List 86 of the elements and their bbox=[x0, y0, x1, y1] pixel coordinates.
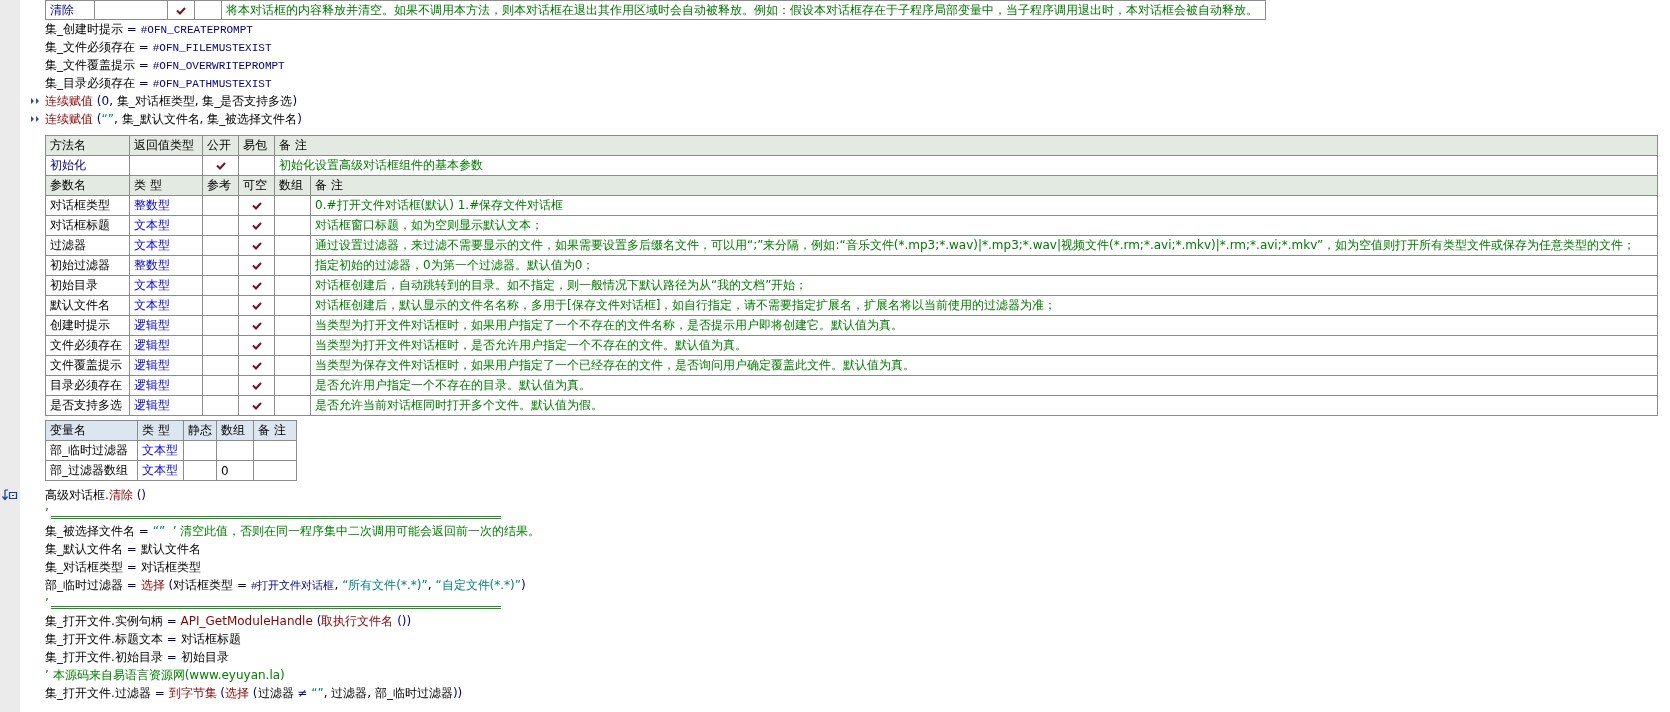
table-cell: 文本型 bbox=[129, 295, 203, 316]
check-icon bbox=[251, 342, 262, 350]
table-cell: 是否支持多选 bbox=[45, 395, 130, 416]
table-cell: 0.#打开文件对话框(默认) 1.#保存文件对话框 bbox=[310, 195, 1658, 216]
code-line: 集_文件必须存在 = #OFN_FILEMUSTEXIST bbox=[45, 38, 272, 56]
code-line: 集_被选择文件名 = “” ’ 清空此值，否则在同一程序集中二次调用可能会返回前一次的结果。 bbox=[45, 523, 541, 540]
table-cell: 逻辑型 bbox=[129, 355, 203, 376]
table-cell: 是否允许当前对话框同时打开多个文件。默认值为假。 bbox=[310, 395, 1658, 416]
check-icon bbox=[251, 302, 262, 310]
code-line: 集_打开文件.实例句柄 = API_GetModuleHandle (取执行文件名 ()) bbox=[45, 613, 412, 630]
code-line: 集_打开文件.标题文本 = 对话框标题 bbox=[45, 631, 241, 648]
table-cell: 对话框标题 bbox=[45, 215, 130, 236]
table-cell: 逻辑型 bbox=[129, 315, 203, 336]
code-line: 集_打开文件.初始目录 = 初始目录 bbox=[45, 649, 229, 666]
table-cell: 初始化 bbox=[45, 155, 130, 176]
code-line: ’ 本源码来自易语言资源网(www.eyuyan.la) bbox=[45, 667, 285, 684]
table-cell: 文本型 bbox=[129, 215, 203, 236]
column-header: 参数名 bbox=[45, 175, 130, 196]
code-line: 高级对话框.清除 () bbox=[45, 487, 146, 504]
table-cell: 初始化设置高级对话框组件的基本参数 bbox=[274, 155, 1658, 176]
table-cell: 整数型 bbox=[129, 195, 203, 216]
table-cell: 对话框创建后，自动跳转到的目录。如不指定，则一般情况下默认路径为从“我的文档”开始； bbox=[310, 275, 1658, 296]
column-header: 方法名 bbox=[45, 135, 130, 156]
table-cell: 初始目录 bbox=[45, 275, 130, 296]
table-cell: 清除 bbox=[45, 0, 95, 20]
column-header: 静态 bbox=[183, 420, 217, 441]
table-cell: 文件必须存在 bbox=[45, 335, 130, 356]
check-icon bbox=[215, 162, 226, 170]
code-line: 集_文件覆盖提示 = #OFN_OVERWRITEPROMPT bbox=[45, 56, 285, 74]
code-line: 集_打开文件.过滤器 = 到字节集 (选择 (过滤器 ≠ “”, 过滤器, 部_临时过滤器)) bbox=[45, 685, 463, 702]
column-header: 变量名 bbox=[45, 420, 138, 441]
code-line: 集_目录必须存在 = #OFN_PATHMUSTEXIST bbox=[45, 74, 272, 92]
column-header: 公开 bbox=[202, 135, 239, 156]
check-icon bbox=[251, 202, 262, 210]
comment-mark: ’ bbox=[45, 595, 49, 612]
table-cell: 对话框类型 bbox=[45, 195, 130, 216]
table-cell: 文本型 bbox=[137, 440, 184, 461]
table-cell: 对话框窗口标题，如为空则显示默认文本； bbox=[310, 215, 1658, 236]
code-line: 集_创建时提示 = #OFN_CREATEPROMPT bbox=[45, 20, 253, 38]
table-cell: 当类型为打开文件对话框时，是否允许用户指定一个不存在的文件。默认值为真。 bbox=[310, 335, 1658, 356]
check-icon bbox=[251, 322, 262, 330]
table-cell: 通过设置过滤器，来过滤不需要显示的文件，如果需要设置多后缀名文件，可以用“;”来分隔，例如:“音乐文件(*.mp3;*.wav)|*.mp3;*.wav|视频文件(*.rm;*.avi;*.mkv)|*.rm;*.avi;*.mkv”，如为空值则打开所有类型文件或保存为任意类型的文件； bbox=[310, 235, 1658, 256]
table-cell: 整数型 bbox=[129, 255, 203, 276]
table-cell: 逻辑型 bbox=[129, 375, 203, 396]
code-line: 集_默认文件名 = 默认文件名 bbox=[45, 541, 201, 558]
check-icon bbox=[176, 6, 186, 15]
code-line: 部_临时过滤器 = 选择 (对话框类型 = #打开文件对话框, “所有文件(*.*)”, “自定文件(*.*)”) bbox=[45, 576, 526, 594]
table-cell: 文本型 bbox=[129, 235, 203, 256]
table-cell: 文件覆盖提示 bbox=[45, 355, 130, 376]
column-header: 备 注 bbox=[310, 175, 1658, 196]
table-cell: 文本型 bbox=[137, 460, 184, 481]
table-cell: 指定初始的过滤器，0为第一个过滤器。默认值为0； bbox=[310, 255, 1658, 276]
table-cell: 初始过滤器 bbox=[45, 255, 130, 276]
table-cell: 创建时提示 bbox=[45, 315, 130, 336]
table-cell: 是否允许用户指定一个不存在的目录。默认值为真。 bbox=[310, 375, 1658, 396]
code-line: 连续赋值 (0, 集_对话框类型, 集_是否支持多选) bbox=[45, 93, 298, 110]
check-icon bbox=[251, 402, 262, 410]
column-header: 易包 bbox=[238, 135, 275, 156]
column-header: 返回值类型 bbox=[129, 135, 203, 156]
table-cell: 0 bbox=[216, 460, 254, 481]
table-cell: 当类型为保存文件对话框时，如果用户指定了一个已经存在的文件，是否询问用户确定覆盖此文件。默认值为真。 bbox=[310, 355, 1658, 376]
column-header: 备 注 bbox=[274, 135, 1658, 156]
check-icon bbox=[251, 282, 262, 290]
column-header: 备 注 bbox=[253, 420, 297, 441]
check-icon bbox=[251, 362, 262, 370]
table-cell: 默认文件名 bbox=[45, 295, 130, 316]
table-cell: 逻辑型 bbox=[129, 395, 203, 416]
table-cell: 逻辑型 bbox=[129, 335, 203, 356]
column-header: 类 型 bbox=[137, 420, 184, 441]
table-cell: 将本对话框的内容释放并清空。如果不调用本方法，则本对话框在退出其作用区域时会自动被释放。例如：假设本对话框存在于子程序局部变量中，当子程序调用退出时，本对话框会被自动释放。 bbox=[221, 0, 1266, 20]
step-into-icon[interactable] bbox=[2, 489, 18, 501]
check-icon bbox=[251, 382, 262, 390]
check-icon bbox=[251, 242, 262, 250]
table-cell: 目录必须存在 bbox=[45, 375, 130, 396]
table-cell: 部_临时过滤器 bbox=[45, 440, 138, 461]
check-icon bbox=[251, 222, 262, 230]
code-line: 连续赋值 (“”, 集_默认文件名, 集_被选择文件名) bbox=[45, 111, 302, 128]
column-header: 数组 bbox=[216, 420, 254, 441]
table-cell: 当类型为打开文件对话框时，如果用户指定了一个不存在的文件名称，是否提示用户即将创建它。默认值为真。 bbox=[310, 315, 1658, 336]
check-icon bbox=[251, 262, 262, 270]
table-cell: 过滤器 bbox=[45, 235, 130, 256]
table-cell: 文本型 bbox=[129, 275, 203, 296]
table-cell: 对话框创建后，默认显示的文件名名称，多用于[保存文件对话框]，如自行指定，请不需要指定扩展名，扩展名将以当前使用的过滤器为准； bbox=[310, 295, 1658, 316]
comment-mark: ’ bbox=[45, 505, 49, 522]
code-line: 集_对话框类型 = 对话框类型 bbox=[45, 559, 201, 576]
table-cell: 部_过滤器数组 bbox=[45, 460, 138, 481]
